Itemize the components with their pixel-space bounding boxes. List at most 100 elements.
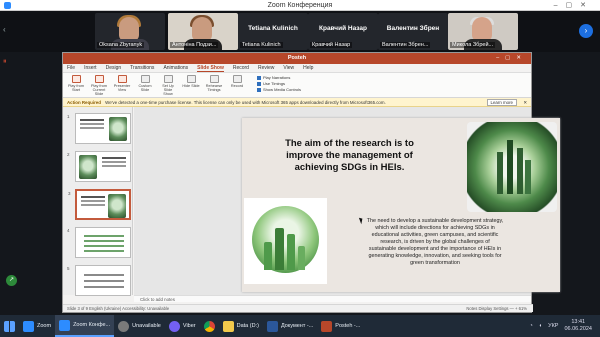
menu-file[interactable]: File bbox=[67, 64, 75, 72]
menu-design[interactable]: Design bbox=[106, 64, 122, 72]
window-title: Zoom Конференция bbox=[267, 2, 333, 9]
participant-tile[interactable]: Oksana Zbyranyk bbox=[95, 13, 165, 50]
chrome-icon bbox=[203, 320, 215, 332]
participant-tile[interactable]: Валентин Збрен Валентин Збрен... bbox=[378, 13, 448, 50]
taskbar-explorer[interactable]: Data (D:) bbox=[219, 315, 263, 337]
windows-taskbar: Zoom Zoom Конфе... Unavailable Viber Dat… bbox=[0, 315, 600, 337]
menu-slide-show[interactable]: Slide Show bbox=[197, 64, 224, 72]
ribbon-label: Play from Start bbox=[67, 84, 85, 92]
play-from-current-button[interactable]: Play from Current Slide bbox=[90, 75, 108, 96]
thumb-number: 3 bbox=[68, 191, 71, 196]
slide-title[interactable]: The aim of the research is to improve th… bbox=[272, 138, 427, 174]
thumb-image bbox=[108, 194, 126, 218]
ribbon-label: Record bbox=[230, 84, 244, 88]
ribbon-label: Presenter View bbox=[113, 84, 131, 92]
thumb-text bbox=[81, 196, 105, 198]
slide-editor: The aim of the research is to improve th… bbox=[134, 107, 560, 295]
menu-record[interactable]: Record bbox=[233, 64, 249, 72]
taskbar-label: Zoom bbox=[37, 323, 52, 329]
participant-tile[interactable]: Микола Збрей... bbox=[448, 13, 518, 50]
scroll-left-icon[interactable]: ‹ bbox=[3, 25, 6, 34]
taskbar-label: Документ -... bbox=[280, 323, 314, 329]
slide-thumbnail[interactable]: 5 bbox=[67, 265, 131, 296]
volume-icon[interactable]: ◖ bbox=[539, 323, 542, 329]
taskbar-zoom[interactable]: Zoom bbox=[19, 315, 55, 337]
close-icon[interactable]: ✕ bbox=[523, 98, 527, 107]
taskbar-viber[interactable]: Viber bbox=[165, 315, 200, 337]
license-infobar: Action Required We've detected a one-tim… bbox=[63, 98, 531, 107]
participant-tile[interactable]: Антоніна Подзи... bbox=[168, 13, 238, 50]
participant-name: Валентин Збрен... bbox=[380, 42, 431, 48]
rehearse-timings-button[interactable]: Rehearse Timings bbox=[205, 75, 223, 92]
taskbar-chrome[interactable] bbox=[200, 315, 219, 337]
taskbar-powerpoint[interactable]: Posteh -... bbox=[317, 315, 364, 337]
slide-thumbnail[interactable]: 4 bbox=[67, 227, 131, 258]
ppt-file-name: Posteh bbox=[287, 55, 307, 61]
building-shape bbox=[298, 246, 305, 270]
slide-thumbnail-selected[interactable]: 3 bbox=[68, 189, 131, 220]
learn-more-button[interactable]: Learn more bbox=[486, 99, 517, 106]
ribbon-label: Set Up Slide Show bbox=[162, 84, 174, 96]
pause-share-icon[interactable]: ⏸ bbox=[3, 58, 7, 66]
status-right[interactable]: Notes Display Settings — + 61% bbox=[466, 305, 527, 313]
setup-slide-show-button[interactable]: Set Up Slide Show bbox=[159, 75, 177, 96]
taskbar-label: Unavailable bbox=[132, 323, 161, 329]
participant-display-name: Кравчий Назар bbox=[319, 25, 367, 32]
wifi-icon[interactable]: ◔ bbox=[529, 323, 532, 329]
taskbar-label: Viber bbox=[182, 323, 196, 329]
green-globe-image bbox=[467, 122, 557, 212]
checkbox-icon bbox=[257, 75, 261, 80]
participant-face bbox=[119, 17, 139, 41]
menu-insert[interactable]: Insert bbox=[84, 64, 97, 72]
powerpoint-icon bbox=[321, 320, 333, 332]
start-button[interactable] bbox=[0, 315, 19, 337]
check-show-media-controls[interactable]: Show Media Controls bbox=[257, 87, 301, 93]
presenter-view-button[interactable]: Presenter View bbox=[113, 75, 131, 92]
slide-thumbnail[interactable]: 1 bbox=[67, 113, 131, 144]
building-shape bbox=[497, 152, 503, 194]
city-dome-shape bbox=[252, 206, 319, 273]
play-from-start-button[interactable]: Play from Start bbox=[67, 75, 85, 92]
slide-body-text[interactable]: The need to develop a sustainable develo… bbox=[366, 218, 504, 267]
building-shape bbox=[275, 228, 284, 270]
app-icon bbox=[118, 320, 130, 332]
record-button[interactable]: Record bbox=[228, 75, 246, 88]
checkbox-icon bbox=[257, 87, 261, 92]
zoom-title-bar: Zoom Конференция –▢✕ bbox=[0, 0, 600, 11]
zoom-app-icon bbox=[23, 320, 34, 332]
ppt-status-bar: Slide 3 of 9 English (Ukraine) Accessibi… bbox=[63, 304, 533, 312]
menu-review[interactable]: Review bbox=[258, 64, 274, 72]
clock[interactable]: 13:41 06.06.2024 bbox=[564, 319, 592, 333]
current-slide[interactable]: The aim of the research is to improve th… bbox=[242, 118, 560, 292]
slide-thumbnails: 1 2 3 4 5 bbox=[63, 107, 133, 296]
participant-tile[interactable]: Кравчий Назар Кравчий Назар bbox=[308, 13, 378, 50]
thumb-number: 1 bbox=[67, 114, 70, 119]
participant-display-name: Валентин Збрен bbox=[386, 25, 440, 32]
slide-show-options: Play Narrations Use Timings Show Media C… bbox=[257, 75, 301, 93]
menu-help[interactable]: Help bbox=[303, 64, 313, 72]
taskbar-zoom-meeting[interactable]: Zoom Конфе... bbox=[55, 315, 115, 337]
zoom-app-icon bbox=[59, 319, 71, 331]
share-screen-icon[interactable]: ↗ bbox=[6, 275, 17, 286]
window-controls[interactable]: –▢✕ bbox=[554, 0, 594, 11]
taskbar-word[interactable]: Документ -... bbox=[263, 315, 317, 337]
ppt-window-controls[interactable]: –▢✕ bbox=[496, 53, 527, 64]
custom-slide-button[interactable]: Custom Slide bbox=[136, 75, 154, 92]
zoom-logo-icon bbox=[4, 2, 11, 9]
notes-pane[interactable]: Click to add notes bbox=[134, 295, 531, 302]
menu-view[interactable]: View bbox=[283, 64, 294, 72]
building-shape bbox=[264, 242, 272, 270]
participant-tile[interactable]: Tetiana Kulinich Tetiana Kulinich bbox=[238, 13, 308, 50]
taskbar-unavailable[interactable]: Unavailable bbox=[114, 315, 165, 337]
keyboard-language[interactable]: УКР bbox=[548, 323, 558, 329]
scroll-right-icon[interactable]: › bbox=[579, 24, 593, 38]
menu-animations[interactable]: Animations bbox=[163, 64, 188, 72]
building-shape bbox=[507, 140, 513, 194]
thumb-image bbox=[109, 117, 127, 141]
menu-transitions[interactable]: Transitions bbox=[130, 64, 154, 72]
green-city-image bbox=[244, 198, 327, 284]
slide-thumbnail[interactable]: 2 bbox=[67, 151, 131, 182]
thumb-image bbox=[84, 232, 124, 254]
participant-name: Кравчий Назар bbox=[310, 42, 353, 48]
hide-slide-button[interactable]: Hide Slide bbox=[182, 75, 200, 88]
